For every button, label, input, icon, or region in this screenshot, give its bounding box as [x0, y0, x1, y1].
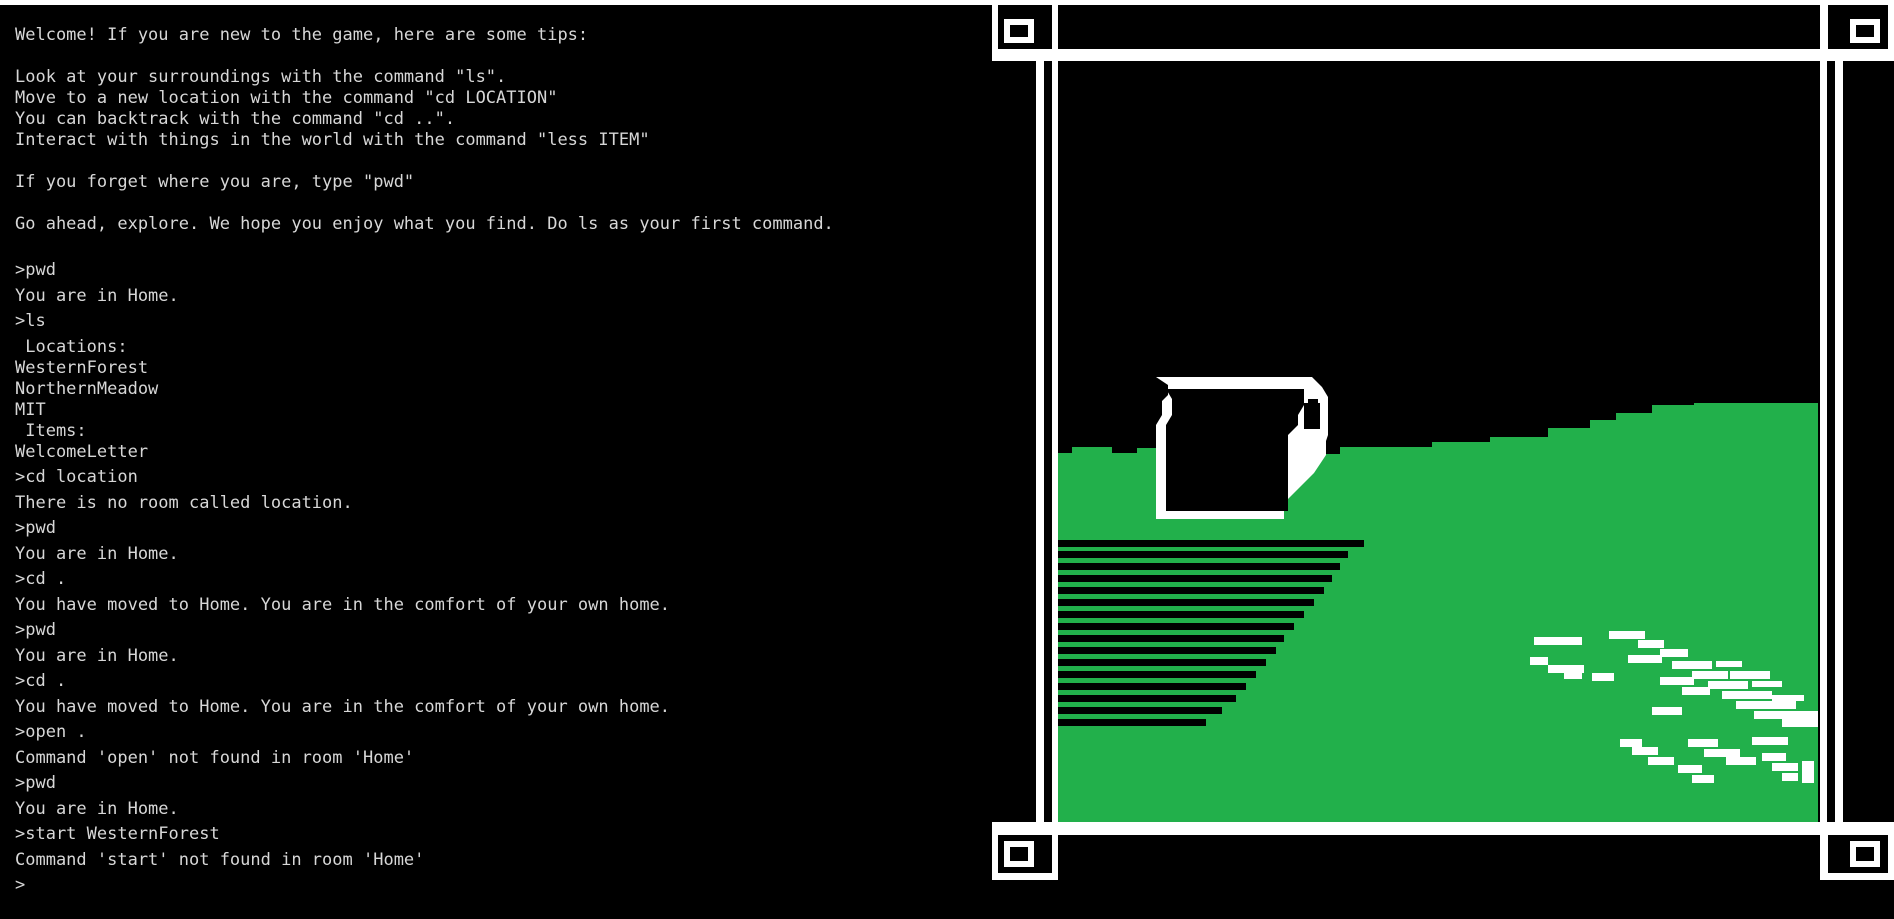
output-line: You have moved to Home. You are in the c… — [15, 595, 671, 615]
pixel-art-home-scene — [992, 5, 1894, 880]
output-line: Command 'open' not found in room 'Home' — [15, 748, 415, 768]
command-line: >cd . — [15, 671, 67, 691]
frame-left-post — [1036, 61, 1044, 822]
frame-corner-bottom-left — [992, 822, 1058, 880]
output-line: There is no room called location. — [15, 493, 353, 513]
frame-top-bar — [992, 49, 1894, 61]
frame-bottom-bar — [992, 822, 1894, 835]
tip-ls: Look at your surroundings with the comma… — [15, 67, 507, 87]
cabin-detail — [1308, 399, 1318, 407]
output-line: You are in Home. — [15, 799, 179, 819]
output-line: NorthernMeadow — [15, 379, 159, 399]
command-line: >open . — [15, 722, 87, 742]
tip-explore: Go ahead, explore. We hope you enjoy wha… — [15, 214, 834, 234]
output-line: MIT — [15, 400, 46, 420]
frame-corner-bottom-right — [1820, 822, 1894, 880]
output-line: WelcomeLetter — [15, 442, 149, 462]
scene-viewport — [992, 5, 1894, 880]
command-line: >pwd — [15, 518, 56, 538]
output-line: You are in Home. — [15, 544, 179, 564]
frame-left-post — [1052, 61, 1058, 822]
output-line: WesternForest — [15, 358, 149, 378]
terminal-panel[interactable]: Welcome! If you are new to the game, her… — [0, 5, 990, 919]
frame-corner-top-left — [992, 5, 1058, 61]
tip-cd: Move to a new location with the command … — [15, 88, 558, 108]
command-prompt[interactable]: > — [15, 875, 25, 895]
frame-corner-top-right — [1820, 5, 1894, 61]
tip-pwd: If you forget where you are, type "pwd" — [15, 172, 415, 192]
command-line: >start WesternForest — [15, 824, 220, 844]
command-line: >pwd — [15, 260, 56, 280]
output-line: You are in Home. — [15, 646, 179, 666]
command-line: >ls — [15, 311, 46, 331]
command-line: >pwd — [15, 620, 56, 640]
output-line: Locations: — [15, 337, 128, 357]
output-line: You are in Home. — [15, 286, 179, 306]
tip-less: Interact with things in the world with t… — [15, 130, 650, 150]
tips-heading: Welcome! If you are new to the game, her… — [15, 25, 589, 45]
tip-backtrack: You can backtrack with the command "cd .… — [15, 109, 456, 129]
command-line: >pwd — [15, 773, 56, 793]
frame-right-post — [1835, 61, 1843, 822]
frame-right-post — [1820, 61, 1827, 822]
output-line: You have moved to Home. You are in the c… — [15, 697, 671, 717]
output-line: Command 'start' not found in room 'Home' — [15, 850, 425, 870]
command-line: >cd . — [15, 569, 67, 589]
cabin-window — [1166, 389, 1304, 511]
output-line: Items: — [15, 421, 87, 441]
command-line: >cd location — [15, 467, 138, 487]
